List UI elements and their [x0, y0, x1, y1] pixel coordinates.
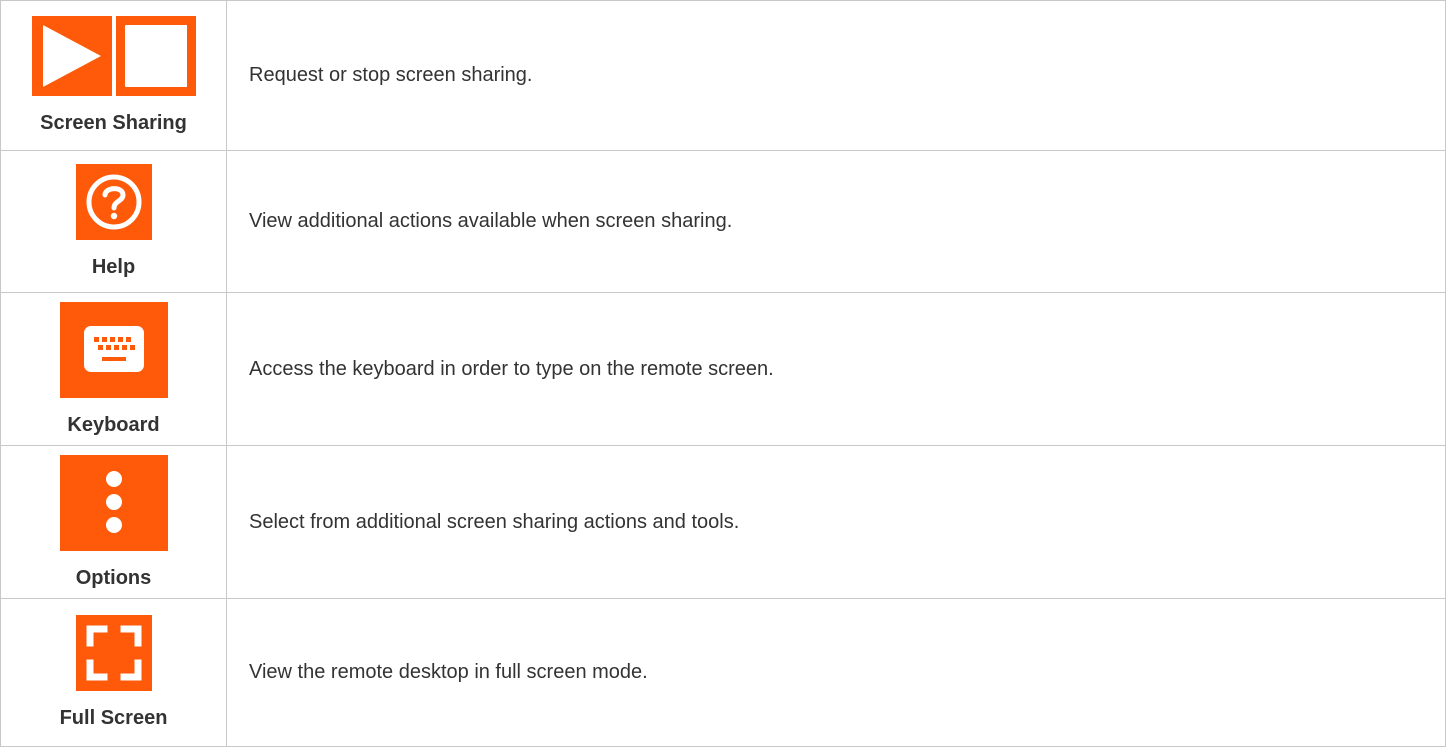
table-row: Keyboard Access the keyboard in order to…: [0, 292, 1446, 446]
table-row: Screen Sharing Request or stop screen sh…: [0, 0, 1446, 151]
icon-cell: Keyboard: [0, 292, 227, 446]
play-icon[interactable]: [31, 16, 112, 96]
screen-sharing-description: Request or stop screen sharing.: [226, 0, 1446, 151]
options-label: Options: [75, 566, 152, 589]
toolbar-reference-table: Screen Sharing Request or stop screen sh…: [0, 0, 1446, 747]
fullscreen-icon[interactable]: [75, 615, 152, 691]
full-screen-label: Full Screen: [59, 707, 168, 729]
table-row: Options Select from additional screen sh…: [0, 445, 1446, 599]
help-icon[interactable]: [75, 164, 152, 240]
keyboard-description: Access the keyboard in order to type on …: [226, 292, 1446, 446]
keyboard-icon[interactable]: [59, 301, 168, 398]
more-vertical-icon[interactable]: [59, 454, 168, 551]
icon-cell: Help: [0, 150, 227, 293]
stop-icon[interactable]: [115, 16, 196, 96]
screen-sharing-label: Screen Sharing: [40, 112, 187, 134]
full-screen-description: View the remote desktop in full screen m…: [226, 598, 1446, 747]
icon-cell: Options: [0, 445, 227, 599]
table-row: Help View additional actions available w…: [0, 150, 1446, 293]
keyboard-label: Keyboard: [67, 413, 160, 436]
icon-cell: Screen Sharing: [0, 0, 227, 151]
help-label: Help: [91, 256, 136, 278]
options-description: Select from additional screen sharing ac…: [226, 445, 1446, 599]
table-row: Full Screen View the remote desktop in f…: [0, 598, 1446, 747]
icon-cell: Full Screen: [0, 598, 227, 747]
help-description: View additional actions available when s…: [226, 150, 1446, 293]
